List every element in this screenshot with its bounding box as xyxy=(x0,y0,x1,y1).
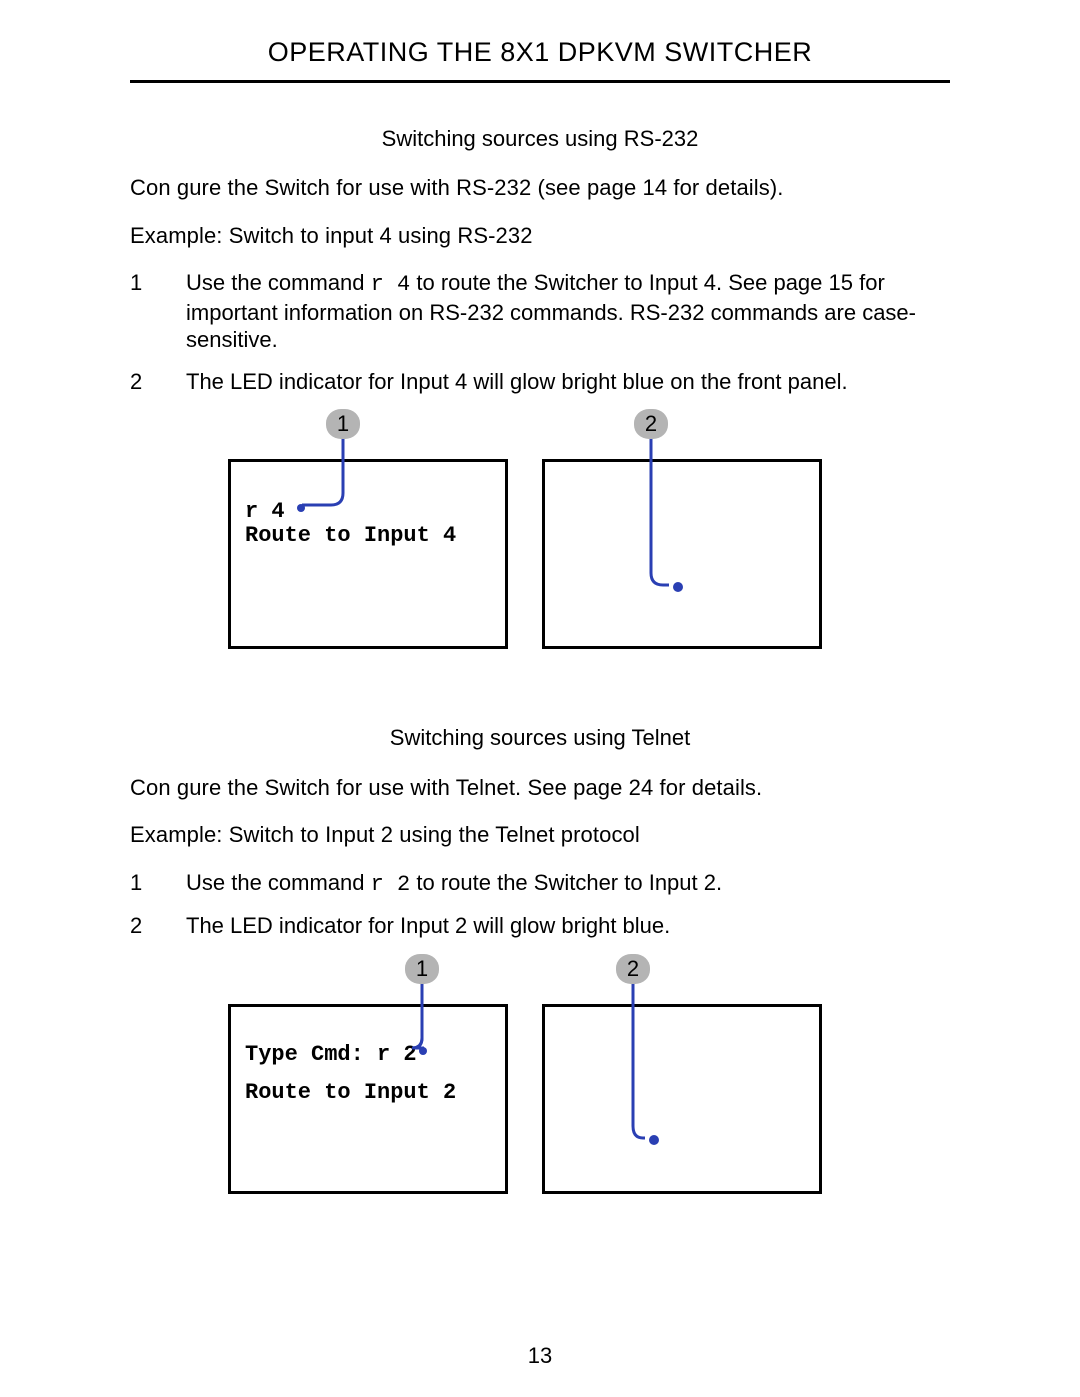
step-number: 1 xyxy=(130,869,186,897)
step1-post: to route the Switcher to Input 2. xyxy=(410,870,722,895)
section2-step-2: 2 The LED indicator for Input 2 will glo… xyxy=(130,912,950,940)
step-number: 2 xyxy=(130,912,186,940)
section1-example: Example: Switch to input 4 using RS-232 xyxy=(130,222,950,250)
callout-dot xyxy=(297,504,305,512)
led-dot-icon xyxy=(649,1135,659,1145)
callout-badge-2: 2 xyxy=(616,954,650,984)
section2-example: Example: Switch to Input 2 using the Tel… xyxy=(130,821,950,849)
section1-figure: 1 2 r 4 Route to Input 4 xyxy=(184,409,950,664)
page-number: 13 xyxy=(0,1342,1080,1370)
callout-badge-1: 1 xyxy=(405,954,439,984)
page-title: OPERATING THE 8X1 DPKVM SWITCHER xyxy=(130,36,950,83)
step-text: The LED indicator for Input 2 will glow … xyxy=(186,912,950,940)
section1-heading: Switching sources using RS-232 xyxy=(130,125,950,153)
section2-intro: Con gure the Switch for use with Telnet.… xyxy=(130,774,950,802)
figure2-line2: Route to Input 2 xyxy=(245,1079,456,1107)
section1-step-1: 1 Use the command r 4 to route the Switc… xyxy=(130,269,950,354)
step-text: Use the command r 4 to route the Switche… xyxy=(186,269,950,354)
callout-badge-1: 1 xyxy=(326,409,360,439)
step1-pre: Use the command xyxy=(186,870,371,895)
section1-steps: 1 Use the command r 4 to route the Switc… xyxy=(130,269,950,395)
step-text: The LED indicator for Input 4 will glow … xyxy=(186,368,950,396)
section2-figure: 1 2 Type Cmd: r 2 Route to Input 2 xyxy=(184,954,950,1204)
figure1-box-right xyxy=(542,459,822,649)
step1-cmd: r 2 xyxy=(371,872,411,897)
section2-step-1: 1 Use the command r 2 to route the Switc… xyxy=(130,869,950,899)
step-number: 1 xyxy=(130,269,186,297)
step1-cmd: r 4 xyxy=(371,272,411,297)
figure1-line2: Route to Input 4 xyxy=(245,522,456,550)
figure2-box-right xyxy=(542,1004,822,1194)
section2-heading: Switching sources using Telnet xyxy=(130,724,950,752)
step-number: 2 xyxy=(130,368,186,396)
step1-pre: Use the command xyxy=(186,270,371,295)
section2-steps: 1 Use the command r 2 to route the Switc… xyxy=(130,869,950,940)
figure2-line1: Type Cmd: r 2 xyxy=(245,1041,417,1069)
section1-intro: Con gure the Switch for use with RS-232 … xyxy=(130,174,950,202)
figure1-box-left: r 4 Route to Input 4 xyxy=(228,459,508,649)
figure2-box-left: Type Cmd: r 2 Route to Input 2 xyxy=(228,1004,508,1194)
callout-dot xyxy=(419,1047,427,1055)
callout-badge-2: 2 xyxy=(634,409,668,439)
led-dot-icon xyxy=(673,582,683,592)
step-text: Use the command r 2 to route the Switche… xyxy=(186,869,950,899)
section1-step-2: 2 The LED indicator for Input 4 will glo… xyxy=(130,368,950,396)
